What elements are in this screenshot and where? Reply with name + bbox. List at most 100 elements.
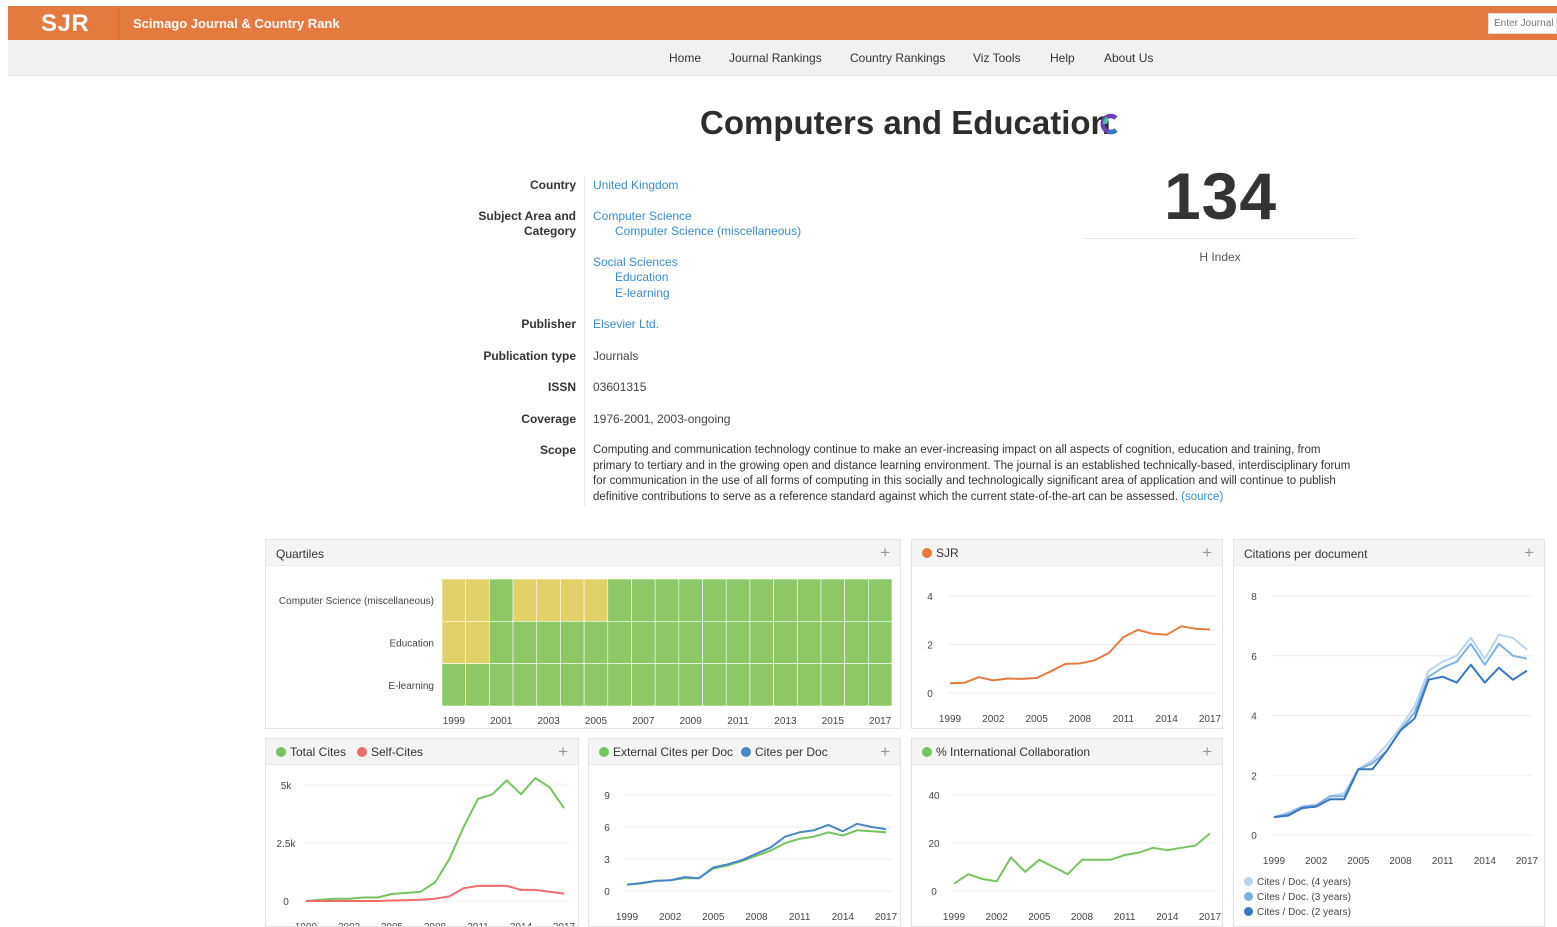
intl-expand-icon[interactable]: +	[1202, 742, 1212, 762]
total-cites-x-tick-label: 2017	[553, 922, 576, 926]
quartiles-expand-icon[interactable]: +	[880, 543, 890, 563]
quartile-category-label: Education	[390, 639, 434, 650]
international-collaboration-panel: % International Collaboration + 0 20 40 199…	[911, 738, 1223, 927]
cites-per-doc-legend[interactable]: Cites per Doc	[741, 745, 828, 759]
sjr-panel-header: SJR +	[912, 540, 1222, 566]
sjr-y-tick-label: 0	[927, 689, 933, 700]
area-computer-science-link[interactable]: Computer Science	[593, 209, 692, 223]
cpd-y-tick-label: 2	[1251, 771, 1257, 782]
cites-per-doc-x-tick-label: 2017	[875, 912, 898, 923]
cites-per-doc-chart: 0 3 6 9 1999 2002 2005 2008 2011 2014 2017	[604, 791, 898, 923]
intl-chart: 0 20 40 1999 2002 2005 2008 2011 2014 2017	[928, 791, 1221, 923]
nav-journal-rankings[interactable]: Journal Rankings	[729, 51, 822, 65]
cpd-series-line-1	[1273, 633, 1528, 819]
nav-country-rankings[interactable]: Country Rankings	[850, 51, 945, 65]
quartile-cell	[820, 578, 845, 622]
cpd-y-tick-label: 8	[1251, 592, 1257, 603]
total-cites-y-tick-label: 5k	[281, 781, 293, 792]
quartile-cell	[631, 621, 656, 664]
quartile-cell	[773, 621, 798, 664]
cpd-legend-3y[interactable]: Cites / Doc. (3 years)	[1244, 892, 1351, 903]
total-cites-panel-header: Total Cites Self-Cites +	[266, 739, 578, 765]
total-cites-label: Total Cites	[290, 745, 347, 759]
scope-source-link[interactable]: (source)	[1181, 491, 1223, 503]
quartile-cell	[583, 621, 609, 664]
area-social-sciences-link[interactable]: Social Sciences	[593, 255, 678, 269]
sjr-legend-label: SJR	[936, 546, 959, 560]
cpd-title: Citations per document	[1244, 547, 1368, 561]
publisher-label: Publisher	[521, 317, 576, 331]
self-cites-legend[interactable]: Self-Cites	[357, 745, 423, 759]
quartile-cell	[441, 578, 466, 622]
quartile-cell	[654, 621, 680, 664]
total-cites-expand-icon[interactable]: +	[558, 742, 568, 762]
quartile-x-tick-label: 2015	[822, 716, 845, 727]
sjr-x-tick-label: 2008	[1069, 714, 1092, 725]
intl-x-tick-label: 2011	[1114, 912, 1136, 923]
country-label: Country	[530, 178, 576, 192]
sjr-y-tick-label: 2	[927, 641, 933, 652]
cites-per-doc-series-line-1	[626, 829, 887, 886]
quartile-cell	[489, 663, 514, 707]
quartile-x-tick-label: 1999	[443, 716, 466, 727]
total-cites-series-line-1	[305, 777, 565, 902]
sjr-logo[interactable]: SJR	[41, 10, 89, 38]
quartile-cell	[536, 663, 561, 707]
external-cites-legend[interactable]: External Cites per Doc	[599, 745, 733, 759]
intl-y-tick-label: 20	[928, 839, 940, 850]
quartile-cell	[702, 578, 727, 622]
quartile-cell	[678, 578, 703, 622]
category-cs-misc-link[interactable]: Computer Science (miscellaneous)	[615, 224, 801, 238]
nav-help[interactable]: Help	[1050, 51, 1075, 65]
cpd-expand-icon[interactable]: +	[1524, 543, 1534, 563]
quartiles-panel: Quartiles + Computer Science (miscellane…	[265, 539, 901, 729]
category-elearning-link[interactable]: E-learning	[615, 286, 670, 300]
issn-label: ISSN	[547, 380, 576, 394]
cites-per-doc-x-tick-label: 2002	[659, 912, 682, 923]
sjr-x-tick-label: 2011	[1113, 714, 1135, 725]
publisher-link[interactable]: Elsevier Ltd.	[593, 317, 659, 331]
cpd-legend-4y[interactable]: Cites / Doc. (4 years)	[1244, 877, 1351, 888]
pubtype-value: Journals	[593, 349, 639, 363]
category-education-link[interactable]: Education	[615, 270, 668, 284]
cites-per-doc-expand-icon[interactable]: +	[880, 742, 890, 762]
external-cites-dot-icon	[599, 747, 609, 757]
cites-per-doc-x-tick-label: 1999	[616, 912, 639, 923]
sjr-y-tick-label: 4	[927, 592, 933, 603]
h-index-label: H Index	[1199, 250, 1241, 264]
intl-dot-icon	[922, 747, 932, 757]
nav-viz-tools[interactable]: Viz Tools	[973, 51, 1021, 65]
nav-about-us[interactable]: About Us	[1104, 51, 1153, 65]
quartile-cell	[607, 663, 632, 707]
top-bar: SJR Scimago Journal & Country Rank	[8, 6, 1557, 40]
country-link[interactable]: United Kingdom	[593, 178, 678, 192]
total-cites-legend[interactable]: Total Cites	[276, 745, 346, 759]
quartile-cell	[868, 663, 893, 707]
quartile-cell	[583, 663, 609, 707]
cpd-legend-2y[interactable]: Cites / Doc. (2 years)	[1244, 907, 1351, 918]
sjr-expand-icon[interactable]: +	[1202, 543, 1212, 563]
cites-per-doc-dot-icon	[741, 747, 751, 757]
quartile-cell	[441, 621, 466, 664]
nav-home[interactable]: Home	[669, 51, 701, 65]
journal-search-input[interactable]	[1488, 13, 1557, 34]
intl-y-tick-label: 40	[928, 791, 940, 802]
quartile-cell	[702, 663, 727, 707]
site-title[interactable]: Scimago Journal & Country Rank	[133, 16, 340, 31]
cpd-x-tick-label: 2005	[1347, 856, 1370, 864]
total-cites-x-tick-label: 2002	[338, 922, 361, 926]
intl-panel-header: % International Collaboration +	[912, 739, 1222, 765]
journal-title: Computers and Education	[700, 104, 1111, 141]
quartile-cell	[725, 663, 751, 707]
quartiles-panel-header: Quartiles +	[266, 540, 900, 566]
quartile-cell	[773, 578, 798, 622]
quartile-category-label: E-learning	[388, 681, 434, 692]
cites-per-doc-x-tick-label: 2014	[832, 912, 855, 923]
quartile-cell	[512, 578, 538, 622]
citations-per-document-panel: Citations per document + 0 2 4 6 8 1999 2002 20…	[1233, 539, 1545, 927]
intl-legend[interactable]: % International Collaboration	[922, 745, 1090, 759]
sjr-legend[interactable]: SJR	[922, 546, 959, 560]
info-divider	[584, 176, 585, 506]
quartile-cell	[773, 663, 798, 707]
sjr-x-tick-label: 2014	[1156, 714, 1179, 725]
